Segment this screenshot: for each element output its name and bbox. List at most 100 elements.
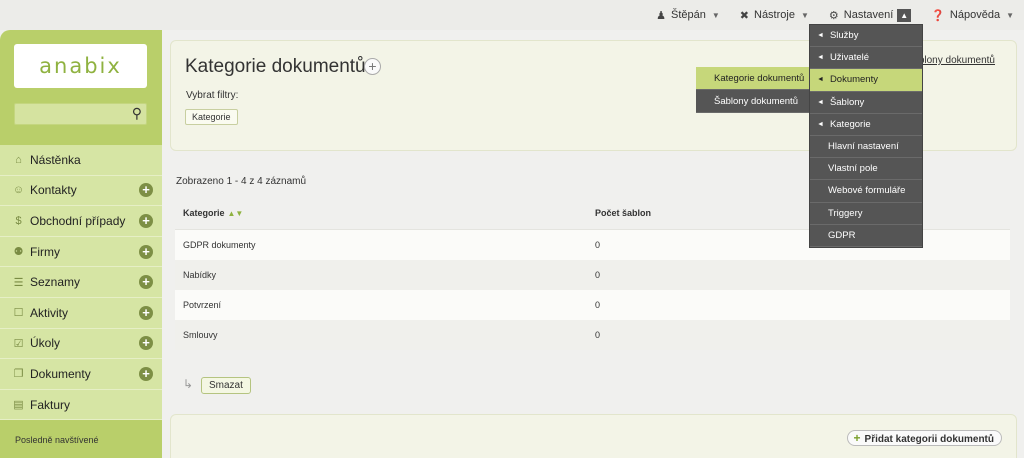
people-icon: ⚉	[13, 246, 24, 259]
add-icon[interactable]: +	[364, 58, 381, 75]
task-icon: ☑	[13, 337, 24, 350]
add-icon[interactable]: +	[139, 213, 153, 228]
cell-category[interactable]: Smlouvy	[175, 330, 595, 340]
chevron-down-icon: ▼	[1006, 10, 1014, 20]
sidebar-item-label: Kontakty	[30, 183, 77, 198]
clipboard-icon: ☐	[13, 307, 24, 320]
chevron-down-icon: ▼	[800, 10, 809, 20]
tools-label: Nástroje	[754, 9, 795, 21]
settings-menu-item[interactable]: ◄ Uživatelé	[810, 47, 922, 70]
settings-menu-label: Vlastní pole	[828, 163, 878, 175]
cell-category[interactable]: Potvrzení	[175, 300, 595, 310]
documents-icon: ❐	[13, 368, 24, 381]
settings-menu-item[interactable]: Triggery	[810, 203, 922, 225]
sidebar-item-8[interactable]: ▤ Faktury	[0, 390, 162, 421]
column-header-label: Kategorie	[183, 207, 225, 218]
cell-category[interactable]: Nabídky	[175, 270, 595, 280]
sidebar-item-4[interactable]: ☰ Seznamy +	[0, 267, 162, 298]
cell-template-count: 0	[595, 330, 601, 340]
sidebar-item-3[interactable]: ⚉ Firmy +	[0, 237, 162, 268]
column-header-templates[interactable]: Počet šablon	[595, 208, 651, 218]
sidebar-item-5[interactable]: ☐ Aktivity +	[0, 298, 162, 329]
dollar-icon: $	[15, 214, 22, 227]
sort-icon[interactable]: ▲▼	[228, 209, 244, 218]
table-row[interactable]: Nabídky 0	[175, 260, 1010, 290]
invoice-icon: ▤	[13, 399, 24, 412]
help-label: Nápověda	[949, 9, 1001, 21]
settings-menu-item[interactable]: Hlavní nastavení	[810, 136, 922, 159]
settings-menu-label: Webové formuláře	[828, 185, 906, 197]
add-category-label: Přidat kategorii dokumentů	[864, 434, 994, 445]
settings-menu-label: GDPR	[828, 229, 856, 241]
add-icon[interactable]: +	[139, 305, 153, 320]
user-icon: ♟	[656, 9, 666, 22]
settings-menu-item[interactable]: Webové formuláře	[810, 180, 922, 203]
add-category-button[interactable]: + Přidat kategorii dokumentů	[846, 430, 1002, 446]
delete-button[interactable]: Smazat	[201, 377, 251, 394]
sidebar-item-label: Faktury	[30, 397, 71, 412]
help-menu[interactable]: ❓ Nápověda ▼	[921, 0, 1024, 30]
cell-category[interactable]: GDPR dokumenty	[175, 240, 595, 250]
user-menu[interactable]: ♟ Štěpán ▼	[646, 0, 730, 30]
settings-menu-label: Služby	[829, 30, 859, 42]
chevron-up-icon: ▲	[897, 8, 912, 22]
person-icon: ☺	[12, 184, 25, 197]
records-count: Zobrazeno 1 - 4 z 4 záznamů	[176, 176, 307, 187]
sidebar-item-0[interactable]: ⌂ Nástěnka	[0, 145, 162, 176]
filter-chip[interactable]: Kategorie	[185, 109, 238, 125]
chevron-left-icon: ◄	[817, 32, 824, 40]
sidebar-item-6[interactable]: ☑ Úkoly +	[0, 329, 162, 360]
user-name: Štěpán	[670, 9, 706, 21]
filter-label: Vybrat filtry:	[186, 90, 239, 101]
cell-template-count: 0	[595, 240, 601, 250]
settings-dropdown: ◄ Služby ◄ Uživatelé ◄ Dokumenty ◄ Šablony ◄ Kate…	[809, 24, 923, 248]
add-icon[interactable]: +	[139, 244, 153, 259]
sidebar-item-label: Aktivity	[30, 305, 69, 320]
sidebar-item-2[interactable]: $ Obchodní případy +	[0, 206, 162, 237]
add-icon[interactable]: +	[139, 336, 153, 351]
settings-menu-label: Uživatelé	[829, 52, 870, 64]
footer-panel: + Přidat kategorii dokumentů	[170, 414, 1017, 458]
sidebar-item-7[interactable]: ❐ Dokumenty +	[0, 359, 162, 390]
settings-menu-item[interactable]: ◄ Kategorie	[810, 114, 922, 136]
help-icon: ❓	[931, 9, 945, 22]
column-header-category[interactable]: Kategorie ▲▼	[175, 208, 595, 218]
add-icon[interactable]: +	[139, 366, 153, 381]
page-title: Kategorie dokumentů	[185, 56, 366, 77]
bulk-arrow-icon: ↳	[183, 377, 194, 391]
sidebar-item-1[interactable]: ☺ Kontakty +	[0, 176, 162, 207]
add-icon[interactable]: +	[139, 275, 153, 290]
chevron-left-icon: ◄	[817, 98, 824, 106]
settings-menu-item[interactable]: ◄ Dokumenty	[810, 69, 922, 92]
sidebar-item-label: Seznamy	[30, 275, 81, 290]
table-body: GDPR dokumenty 0 Nabídky 0 Potvrzení 0 Smlouvy…	[175, 230, 1010, 350]
sidebar-item-label: Úkoly	[30, 336, 61, 351]
table-row[interactable]: Potvrzení 0	[175, 290, 1010, 320]
search-icon[interactable]: ⚲	[132, 105, 142, 122]
sidebar-menu: ⌂ Nástěnka ☺ Kontakty + $ Obchodní případy + ⚉ Fi…	[0, 145, 162, 421]
documents-submenu: Kategorie dokumentů Šablony dokumentů	[696, 67, 810, 113]
home-icon: ⌂	[15, 153, 22, 166]
list-icon: ☰	[13, 276, 24, 289]
settings-menu-item[interactable]: Vlastní pole	[810, 158, 922, 181]
settings-menu-item[interactable]: GDPR	[810, 225, 922, 247]
submenu-item[interactable]: Kategorie dokumentů	[696, 67, 810, 90]
cell-template-count: 0	[595, 270, 601, 280]
settings-menu-item[interactable]: ◄ Šablony	[810, 92, 922, 114]
settings-menu-label: Triggery	[828, 207, 863, 219]
chevron-down-icon: ▼	[711, 10, 720, 20]
table-row[interactable]: Smlouvy 0	[175, 320, 1010, 350]
add-icon[interactable]: +	[139, 183, 153, 198]
cell-template-count: 0	[595, 300, 601, 310]
settings-menu-item[interactable]: ◄ Služby	[810, 25, 922, 48]
logo[interactable]: anabix	[14, 44, 147, 88]
tools-menu[interactable]: ✖ Nástroje ▼	[730, 0, 819, 30]
submenu-item[interactable]: Šablony dokumentů	[696, 90, 810, 113]
recent-title: Posledně navštívené	[15, 435, 99, 445]
settings-menu-label: Šablony	[829, 96, 865, 108]
chevron-left-icon: ◄	[817, 76, 824, 84]
search-input[interactable]: ⚲	[14, 103, 147, 125]
sidebar-item-label: Nástěnka	[30, 152, 81, 167]
sidebar-item-label: Dokumenty	[30, 366, 91, 381]
sidebar-item-label: Obchodní případy	[30, 213, 126, 228]
